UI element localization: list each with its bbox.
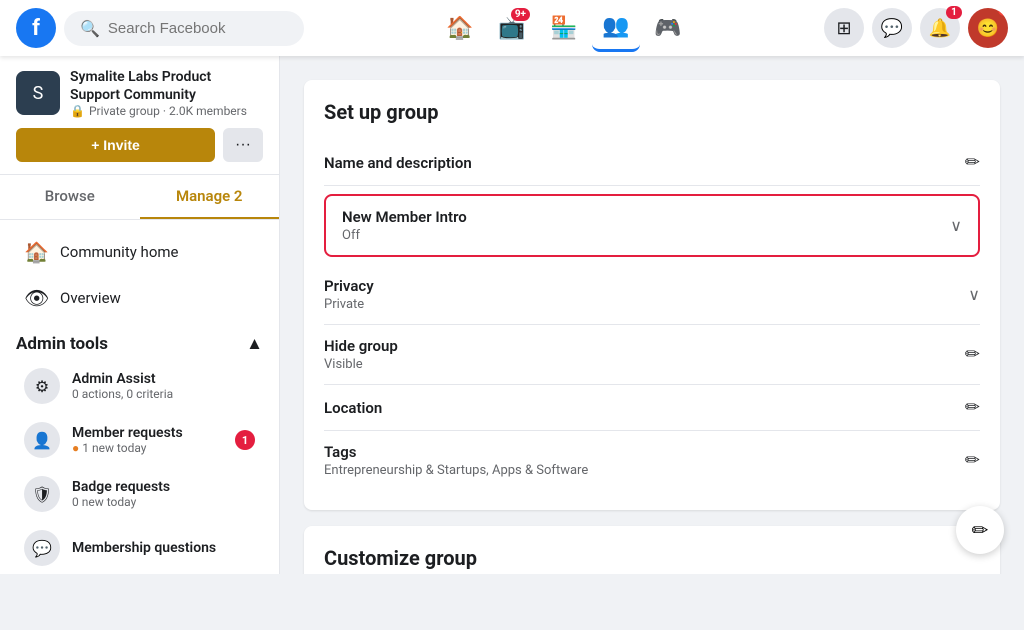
compose-button[interactable]: ✏ (956, 506, 1004, 554)
name-desc-item: Name and description ✏ (324, 140, 980, 186)
membership-questions-icon: 💬 (24, 530, 60, 566)
search-icon: 🔍 (80, 19, 100, 38)
customize-group-title: Customize group (324, 546, 980, 570)
hide-group-item: Hide group Visible ✏ (324, 325, 980, 385)
hide-group-label: Hide group (324, 337, 398, 355)
membership-questions-label: Membership questions (72, 540, 216, 556)
grid-button[interactable]: ⊞ (824, 8, 864, 48)
right-nav: ⊞ 💬 🔔1 😊 (824, 8, 1008, 48)
overview-icon: 👁 (24, 286, 48, 310)
location-label: Location (324, 399, 382, 417)
top-navigation: f 🔍 🏠 📺9+ 🏪 👥 🎮 ⊞ 💬 🔔1 😊 (0, 0, 1024, 56)
notifications-button[interactable]: 🔔1 (920, 8, 960, 48)
name-desc-label: Name and description (324, 154, 472, 172)
tags-text: Tags Entrepreneurship & Startups, Apps &… (324, 443, 588, 478)
group-info: S Symalite Labs Product Support Communit… (16, 68, 263, 118)
location-text: Location (324, 399, 382, 417)
browse-tab[interactable]: Browse (0, 175, 140, 219)
privacy-text: Privacy Private (324, 277, 374, 312)
setup-group-card: Set up group Name and description ✏ New … (304, 80, 1000, 510)
name-desc-text: Name and description (324, 154, 472, 172)
tags-item: Tags Entrepreneurship & Startups, Apps &… (324, 431, 980, 490)
messenger-button[interactable]: 💬 (872, 8, 912, 48)
badge-requests-icon: 🛡 (24, 476, 60, 512)
location-item: Location ✏ (324, 385, 980, 431)
home-icon: 🏠 (24, 240, 48, 264)
member-requests-badge: 1 (235, 430, 255, 450)
manage-tab[interactable]: Manage 2 (140, 175, 280, 219)
badge-requests-item[interactable]: 🛡 Badge requests 0 new today (8, 468, 271, 520)
admin-assist-item[interactable]: ⚙ Admin Assist 0 actions, 0 criteria (8, 360, 271, 412)
avatar[interactable]: 😊 (968, 8, 1008, 48)
home-nav-icon[interactable]: 🏠 (436, 4, 484, 52)
gaming-nav-icon[interactable]: 🎮 (644, 4, 692, 52)
admin-assist-details: Admin Assist 0 actions, 0 criteria (72, 371, 173, 401)
new-member-intro-label: New Member Intro (342, 208, 467, 226)
new-member-intro-text: New Member Intro Off (342, 208, 467, 243)
search-input[interactable] (108, 20, 288, 37)
community-home-label: Community home (60, 243, 178, 261)
member-requests-item[interactable]: 👤 Member requests ● 1 new today 1 (8, 414, 271, 466)
sidebar-item-overview[interactable]: 👁 Overview (8, 276, 271, 320)
group-name: Symalite Labs Product Support Community (70, 68, 263, 104)
new-member-intro-item[interactable]: New Member Intro Off ∨ (324, 194, 980, 257)
sidebar-nav: 🏠 Community home 👁 Overview Admin tools … (0, 220, 279, 574)
badge-requests-sub: 0 new today (72, 495, 170, 509)
group-meta: 🔒 Private group · 2.0K members (70, 104, 263, 118)
location-edit-icon[interactable]: ✏ (965, 397, 980, 418)
customize-group-card: Customize group Web address www.facebook… (304, 526, 1000, 574)
hide-group-text: Hide group Visible (324, 337, 398, 372)
new-member-intro-chevron: ∨ (950, 216, 962, 235)
hide-group-edit-icon[interactable]: ✏ (965, 344, 980, 365)
admin-tools-collapse-icon[interactable]: ▲ (246, 334, 263, 354)
tags-sub: Entrepreneurship & Startups, Apps & Soft… (324, 463, 588, 478)
sidebar-item-community-home[interactable]: 🏠 Community home (8, 230, 271, 274)
group-header: S Symalite Labs Product Support Communit… (0, 56, 279, 175)
hide-group-sub: Visible (324, 357, 398, 372)
group-avatar: S (16, 71, 60, 115)
marketplace-nav-icon[interactable]: 🏪 (540, 4, 588, 52)
main-layout: S Symalite Labs Product Support Communit… (0, 56, 1024, 574)
tabs: Browse Manage 2 (0, 175, 279, 220)
sidebar: S Symalite Labs Product Support Communit… (0, 56, 280, 574)
admin-assist-sub: 0 actions, 0 criteria (72, 387, 173, 401)
admin-assist-icon: ⚙ (24, 368, 60, 404)
tags-label: Tags (324, 443, 588, 461)
member-requests-icon: 👤 (24, 422, 60, 458)
new-member-intro-sub: Off (342, 228, 467, 243)
invite-button[interactable]: + Invite (16, 128, 215, 162)
facebook-logo[interactable]: f (16, 8, 56, 48)
privacy-sub: Private (324, 297, 374, 312)
more-button[interactable]: ··· (223, 128, 263, 162)
badge-requests-label: Badge requests (72, 479, 170, 495)
setup-group-title: Set up group (324, 100, 980, 124)
video-nav-icon[interactable]: 📺9+ (488, 4, 536, 52)
group-details: Symalite Labs Product Support Community … (70, 68, 263, 118)
name-desc-edit-icon[interactable]: ✏ (965, 152, 980, 173)
admin-assist-label: Admin Assist (72, 371, 173, 387)
content-area: Set up group Name and description ✏ New … (280, 56, 1024, 574)
overview-label: Overview (60, 289, 121, 307)
badge-requests-details: Badge requests 0 new today (72, 479, 170, 509)
admin-tools-label: Admin tools (16, 334, 108, 354)
membership-questions-item[interactable]: 💬 Membership questions (8, 522, 271, 574)
admin-tools-section: Admin tools ▲ (0, 322, 279, 358)
nav-icons: 🏠 📺9+ 🏪 👥 🎮 (312, 4, 816, 52)
member-requests-sub: ● 1 new today (72, 441, 183, 455)
groups-nav-icon[interactable]: 👥 (592, 4, 640, 52)
group-actions: + Invite ··· (16, 128, 263, 162)
member-requests-details: Member requests ● 1 new today (72, 425, 183, 455)
membership-questions-details: Membership questions (72, 540, 216, 556)
search-bar[interactable]: 🔍 (64, 11, 304, 46)
privacy-label: Privacy (324, 277, 374, 295)
member-requests-label: Member requests (72, 425, 183, 441)
privacy-chevron[interactable]: ∨ (968, 285, 980, 304)
privacy-item: Privacy Private ∨ (324, 265, 980, 325)
tags-edit-icon[interactable]: ✏ (965, 450, 980, 471)
